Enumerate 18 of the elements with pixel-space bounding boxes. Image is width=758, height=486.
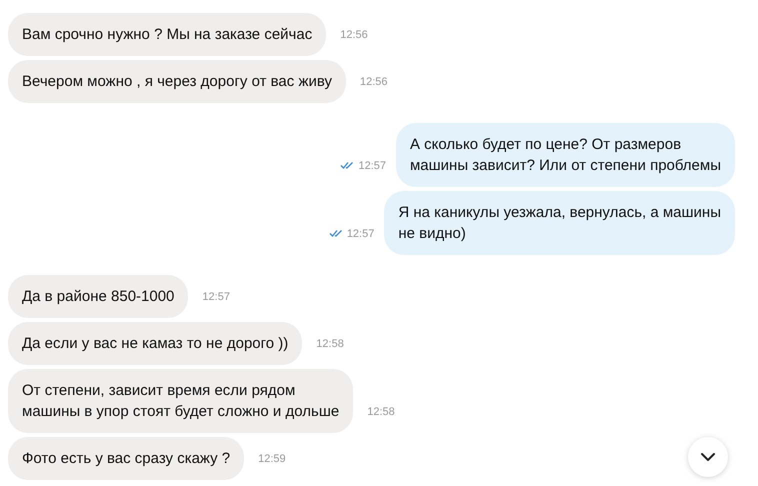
message-bubble: Фото есть у вас сразу скажу ?: [8, 437, 244, 480]
message-bubble: Да если у вас не камаз то не дорого )): [8, 322, 302, 365]
message-time: 12:57: [346, 228, 374, 240]
message-time: 12:57: [202, 291, 230, 303]
message-bubble: А сколько будет по цене? От размеров машины зависит? Или от степени проблемы: [396, 123, 735, 187]
message-time: 12:58: [316, 338, 344, 350]
message-time: 12:56: [340, 29, 368, 41]
message-time: 12:58: [367, 406, 395, 418]
message-bubble: От степени, зависит время если рядом машины в упор стоят будет сложно и дольше: [8, 369, 354, 433]
message-bubble: Да в районе 850-1000: [8, 275, 188, 318]
message-time: 12:59: [258, 453, 286, 465]
message-bubble: Вечером можно , я через дорогу от вас живу: [8, 60, 346, 103]
message-bubble: Вам срочно нужно ? Мы на заказе сейчас: [8, 13, 326, 56]
message-time: 12:57: [358, 160, 386, 172]
message-bubble: Я на каникулы уезжала, вернулась, а машины не видно): [384, 191, 735, 255]
scroll-down-button[interactable]: [688, 437, 728, 477]
chevron-down-icon: [700, 452, 716, 462]
message-time: 12:56: [360, 76, 388, 88]
